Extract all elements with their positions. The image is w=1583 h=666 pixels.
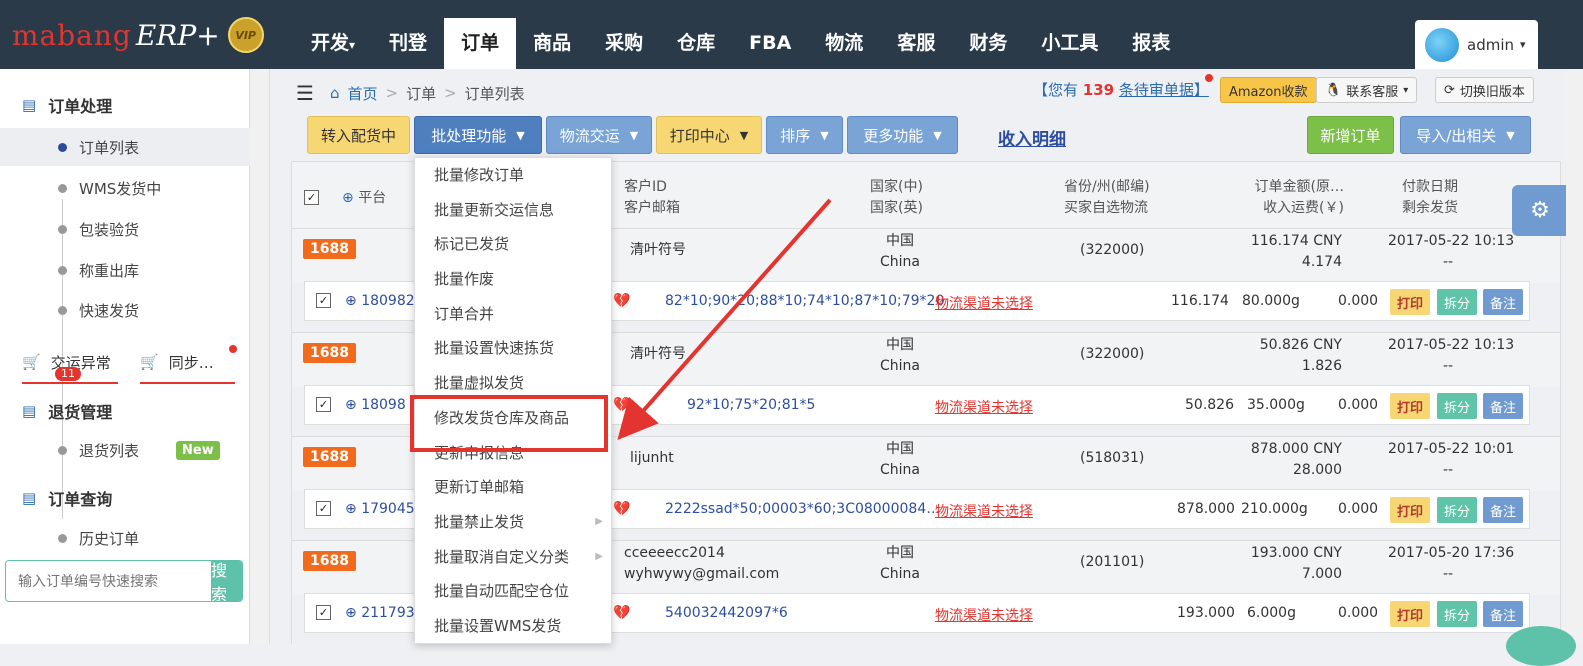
settings-gear-icon[interactable]: ⚙ [1512,185,1568,236]
annotation-arrow [617,198,832,440]
floating-help-button[interactable] [1506,626,1576,666]
page-scrollbar[interactable] [1566,69,1583,644]
